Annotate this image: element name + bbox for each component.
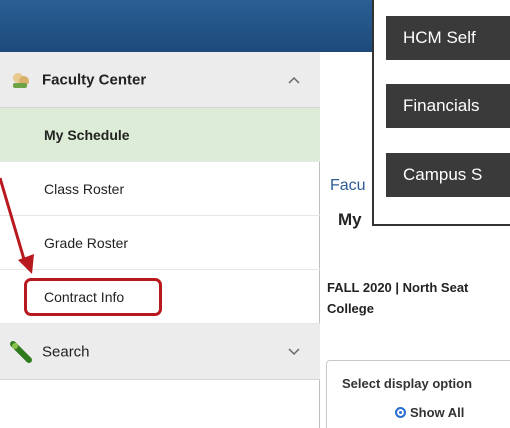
term-line-2: College <box>327 301 374 316</box>
hcm-self-service-button[interactable]: HCM Self <box>386 16 510 60</box>
campus-solutions-button[interactable]: Campus S <box>386 153 510 197</box>
radio-selected-icon[interactable] <box>395 407 406 418</box>
page-heading: Facu <box>330 177 366 194</box>
chevron-down-icon[interactable] <box>288 347 300 356</box>
search-icon <box>10 340 32 363</box>
sidebar-item-grade-roster[interactable]: Grade Roster <box>0 216 320 270</box>
sidebar-item-label: My Schedule <box>44 126 130 143</box>
display-options-label: Select display option <box>342 376 473 391</box>
show-all-label: Show All <box>410 405 465 420</box>
search-section-label: Search <box>42 343 90 360</box>
faculty-center-icon <box>13 72 29 88</box>
button-label: Financials <box>403 96 480 115</box>
page-subheading: My <box>338 210 362 229</box>
show-all-option[interactable]: Show All <box>395 405 464 420</box>
sidebar-item-class-roster[interactable]: Class Roster <box>0 162 320 216</box>
contract-info-highlight <box>24 278 162 316</box>
faculty-center-label: Faculty Center <box>42 71 147 88</box>
button-label: HCM Self <box>403 28 476 47</box>
term-info: FALL 2020 | North Seat College <box>327 277 507 319</box>
sidebar-item-my-schedule[interactable]: My Schedule <box>0 108 320 162</box>
sidebar-item-label: Grade Roster <box>44 234 129 251</box>
sidebar-section-faculty-center[interactable]: Faculty Center <box>0 52 320 108</box>
chevron-up-icon[interactable] <box>288 76 300 84</box>
financials-button[interactable]: Financials <box>386 84 510 128</box>
sidebar-section-search[interactable]: Search <box>0 324 320 380</box>
pointer-arrow-icon <box>0 177 34 274</box>
term-line-1: FALL 2020 | North Seat <box>327 280 469 295</box>
sidebar-item-label: Class Roster <box>44 180 125 197</box>
button-label: Campus S <box>403 165 483 184</box>
